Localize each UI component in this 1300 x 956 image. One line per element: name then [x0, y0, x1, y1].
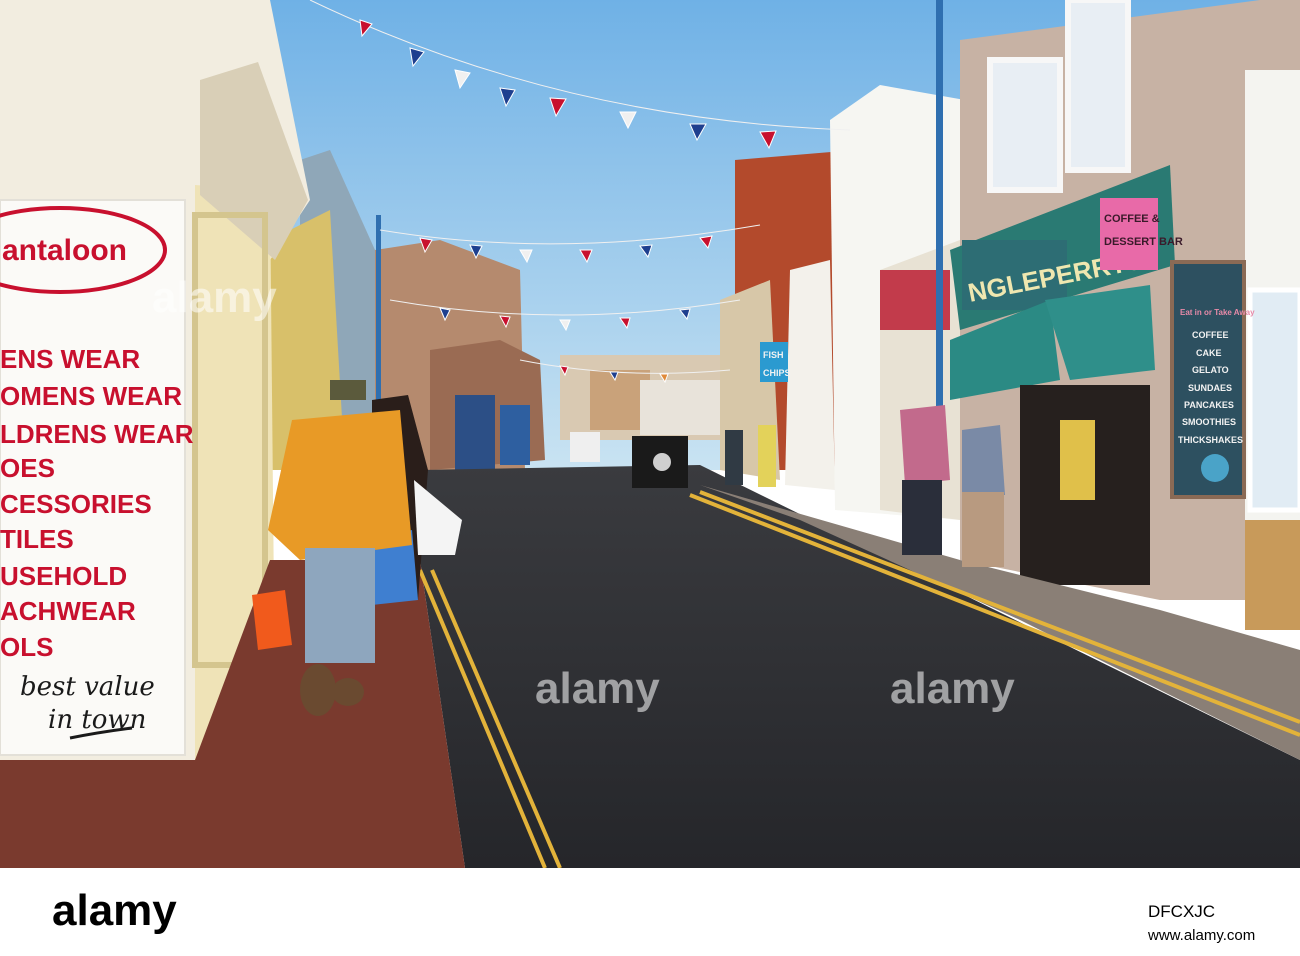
menu-item: SMOOTHIES [1182, 417, 1236, 427]
cafe-subsign-top: COFFEE & [1104, 213, 1160, 225]
footer-logo: alamy [52, 886, 177, 935]
watermark: alamy [152, 273, 277, 322]
menu-item: PANCAKES [1184, 400, 1234, 410]
department-item: OES [0, 453, 55, 483]
shop-name: antaloon [2, 234, 127, 267]
cafe-subsign-bottom: DESSERT BAR [1104, 236, 1183, 248]
department-item: USEHOLD [0, 561, 127, 591]
lamp-pole [936, 0, 943, 470]
department-item: ENS WEAR [0, 344, 140, 374]
footer-bar [0, 868, 1300, 956]
street-photo: antaloon ENS WEAR OMENS WEAR LDRENS WEAR… [0, 0, 1300, 956]
site-url: www.alamy.com [1147, 927, 1255, 944]
department-item: CESSORIES [0, 489, 152, 519]
menu-item: CAKE [1196, 348, 1222, 358]
menu-item: SUNDAES [1188, 383, 1232, 393]
menu-heading: Eat in or Take Away [1180, 308, 1255, 317]
department-item: ACHWEAR [0, 596, 136, 626]
fish-sign-line-2: CHIPS [763, 368, 791, 378]
menu-item: GELATO [1192, 365, 1229, 375]
department-item: LDRENS WEAR [0, 419, 194, 449]
distant-buildings [560, 355, 740, 440]
watermark: alamy [890, 664, 1015, 713]
menu-item: COFFEE [1192, 330, 1229, 340]
watermark: alamy [535, 664, 660, 713]
slogan-line-1: best value [20, 672, 155, 702]
image-id: DFCXJC [1148, 902, 1215, 921]
department-item: OLS [0, 632, 53, 662]
department-item: TILES [0, 524, 74, 554]
fish-sign-line-1: FISH [763, 350, 784, 360]
department-item: OMENS WEAR [0, 381, 182, 411]
menu-item: THICKSHAKES [1178, 435, 1243, 445]
fish-sign: FISH CHIPS [760, 342, 791, 382]
slogan-line-2: in town [48, 705, 146, 735]
photo-frame: antaloon ENS WEAR OMENS WEAR LDRENS WEAR… [0, 0, 1300, 956]
